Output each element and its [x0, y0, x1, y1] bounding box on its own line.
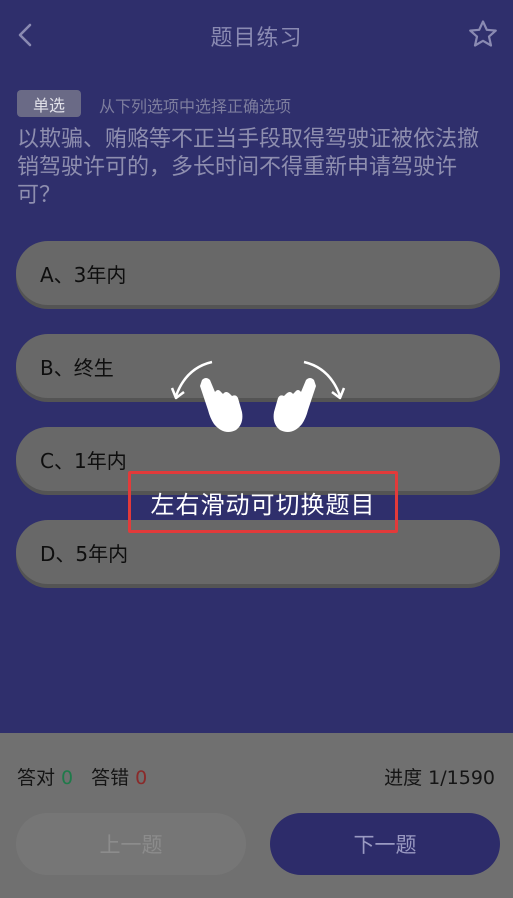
- next-question-button[interactable]: 下一题: [270, 813, 500, 875]
- prev-question-button[interactable]: 上一题: [16, 813, 246, 875]
- question-text: 以欺骗、贿赂等不正当手段取得驾驶证被依法撤销驾驶许可的，多长时间不得重新申请驾驶…: [17, 127, 480, 208]
- wrong-count: 0: [135, 767, 148, 789]
- swipe-right-gesture: [268, 358, 348, 438]
- swipe-hint-toast: 左右滑动可切换题目: [128, 471, 398, 533]
- correct-label: 答对: [17, 767, 56, 789]
- star-icon: [469, 20, 497, 47]
- option-b[interactable]: B、终生: [16, 334, 500, 398]
- progress-value: 1/1590: [428, 767, 495, 789]
- swipe-left-hand-icon: [170, 360, 243, 432]
- answer-stats: 答对 0 答错 0: [17, 763, 147, 790]
- option-a[interactable]: A、3年内: [16, 241, 500, 305]
- swipe-right-hand-icon: [273, 360, 346, 432]
- footer: 答对 0 答错 0 进度 1/1590 上一题 下一题: [0, 733, 513, 898]
- progress-indicator: 进度 1/1590: [384, 763, 495, 790]
- progress-label: 进度: [384, 767, 423, 789]
- correct-count: 0: [61, 767, 74, 789]
- question-hint: 从下列选项中选择正确选项: [99, 97, 292, 116]
- wrong-label: 答错: [91, 767, 130, 789]
- favorite-button[interactable]: [467, 18, 499, 50]
- swipe-left-gesture: [168, 358, 248, 438]
- question-type-badge: 单选: [17, 90, 81, 117]
- header: 题目练习: [0, 0, 513, 70]
- page-title: 题目练习: [210, 26, 303, 51]
